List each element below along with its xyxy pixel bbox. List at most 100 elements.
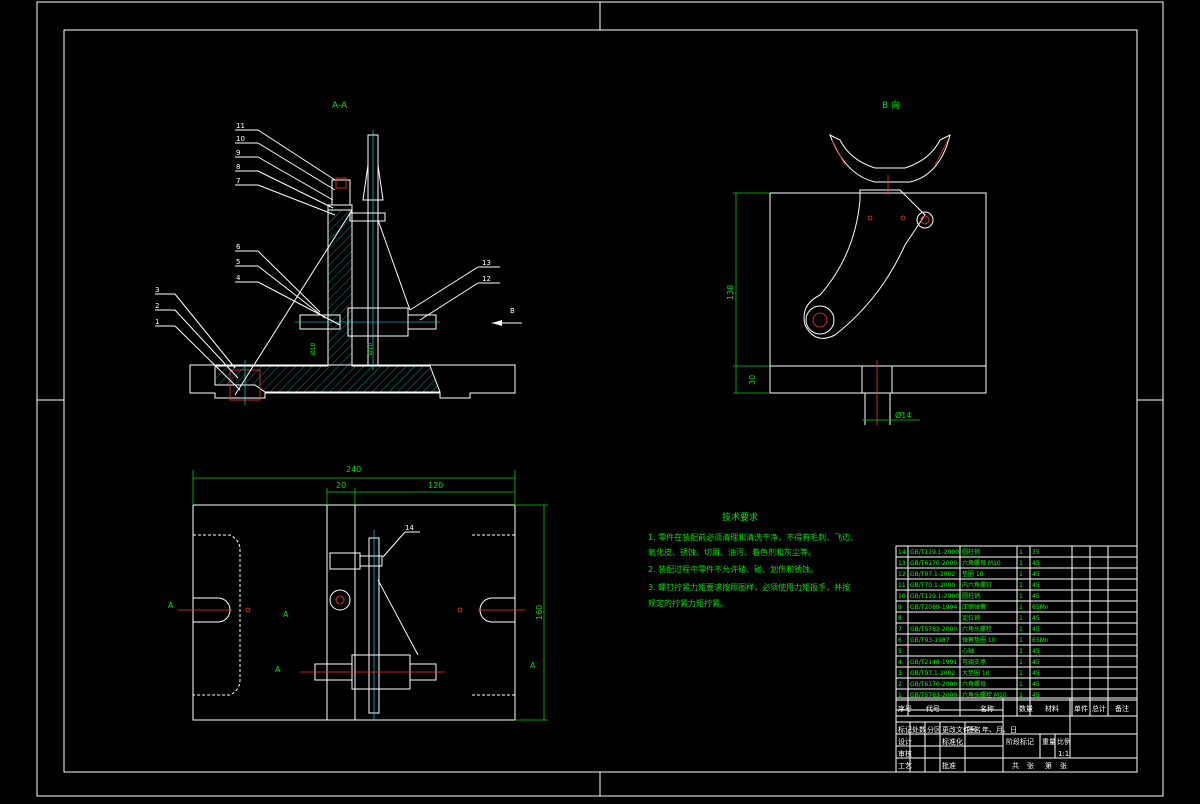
callout-11: 11 bbox=[236, 122, 245, 130]
bom-cell: GB/T2089-1994 bbox=[910, 604, 957, 611]
bom-cell: GB/T93-1987 bbox=[910, 637, 950, 644]
bom-cell: 9 bbox=[898, 604, 902, 611]
bom-cell: 1 bbox=[1019, 615, 1023, 622]
bom-cell: 1 bbox=[1019, 637, 1023, 644]
tech-line-2: 氧化皮、锈蚀、切屑、油污、着色剂和灰尘等。 bbox=[648, 547, 816, 557]
bom-cell: 定位销 bbox=[962, 614, 980, 622]
bom-cell: 1 bbox=[1019, 560, 1023, 567]
bom-cell: 六角螺母 bbox=[962, 680, 986, 688]
b-view-title: B 向 bbox=[882, 99, 900, 111]
bom-cell: 10 bbox=[898, 593, 906, 600]
direction-arrow-label: B bbox=[510, 307, 515, 315]
tb-scale: 1:1 bbox=[1058, 750, 1069, 758]
bom-cell: 45 bbox=[1032, 582, 1040, 589]
bom-cell: 45 bbox=[1032, 659, 1040, 666]
bom-cell: 1 bbox=[1019, 681, 1023, 688]
bom-cell: GB/T6170-2000 bbox=[910, 560, 957, 567]
section-mark-right: A bbox=[530, 661, 536, 670]
callout-9: 9 bbox=[236, 149, 240, 157]
bom-cell: 垫圈 10 bbox=[962, 570, 984, 578]
plan-view: 14 240 20 120 160 A A A A bbox=[168, 465, 548, 721]
tb-standard: 标准化 bbox=[942, 737, 963, 746]
bom-cell: 弹簧垫圈 10 bbox=[962, 636, 996, 644]
bom-cell: 1 bbox=[1019, 626, 1023, 633]
plan-height-dimension: 160 bbox=[535, 605, 544, 620]
bom-cell: 1 bbox=[1019, 604, 1023, 611]
tb-zone: 分区 bbox=[927, 725, 941, 734]
side-hole-dimension: Ø14 bbox=[895, 410, 911, 420]
bom-cell: 45 bbox=[1032, 615, 1040, 622]
bom-cell: 65Mn bbox=[1032, 637, 1049, 644]
section-mark-lower: A bbox=[275, 665, 281, 674]
bom-cell: 5 bbox=[898, 648, 902, 655]
callout-1: 1 bbox=[155, 318, 159, 326]
bom-header-cell: 代号 bbox=[926, 704, 940, 713]
section-mark-center: A bbox=[283, 610, 289, 619]
section-view-title: A-A bbox=[332, 101, 348, 111]
callout-2: 2 bbox=[155, 302, 159, 310]
cad-drawing-canvas[interactable]: A-A 11 10 9 8 7 6 5 4 3 2 1 13 12 Ø10 Ø1… bbox=[0, 0, 1200, 800]
tech-line-3: 2. 装配过程中零件不允许磕、碰、划伤和锈蚀。 bbox=[648, 564, 818, 574]
bom-header-cell: 名称 bbox=[980, 704, 994, 713]
bom-cell: 6 bbox=[898, 637, 902, 644]
plan-total-dimension: 240 bbox=[346, 465, 361, 474]
bom-cell: 45 bbox=[1032, 593, 1040, 600]
tb-weight: 重量 bbox=[1042, 738, 1056, 746]
tb-stage: 阶段标记 bbox=[1006, 737, 1034, 746]
bom-cell: GB/T119.1-2000 bbox=[910, 549, 959, 556]
bom-cell: GB/T6170-2000 bbox=[910, 681, 957, 688]
bom-cell: 45 bbox=[1032, 571, 1040, 578]
bom-table: 14 GB/T119.1-2000 圆柱销 1 3513 GB/T6170-2000 六角螺… bbox=[895, 545, 1138, 717]
bom-cell: 12 bbox=[898, 571, 906, 578]
bom-header-cell: 单件 bbox=[1074, 704, 1088, 713]
bom-cell: 8 bbox=[898, 615, 902, 622]
callout-6: 6 bbox=[236, 243, 241, 251]
bom-cell: 六角头螺栓 bbox=[962, 625, 992, 633]
plan-right-dimension: 120 bbox=[428, 481, 443, 490]
bom-cell: GB/T2148-1991 bbox=[910, 659, 957, 666]
bom-header-cell: 序号 bbox=[898, 704, 912, 713]
tech-line-5: 规定的拧紧力矩拧紧。 bbox=[648, 598, 728, 608]
tech-title: 技术要求 bbox=[722, 511, 758, 523]
bom-cell: 1 bbox=[1019, 582, 1023, 589]
bom-cell: 3 bbox=[898, 670, 902, 677]
tb-nth: 第 bbox=[1045, 761, 1052, 770]
bom-cell: GB/T97.1-2002 bbox=[910, 670, 955, 677]
bom-header-cell: 数量 bbox=[1019, 704, 1033, 713]
fit-dimension-2: Ø10 bbox=[367, 342, 374, 355]
bom-cell: 六角螺母 M10 bbox=[962, 559, 1001, 567]
fit-dimension-1: Ø10 bbox=[310, 342, 317, 355]
bom-cell: 45 bbox=[1032, 681, 1040, 688]
bom-cell: 4 bbox=[898, 659, 902, 666]
bom-cell: GB/T97.1-2002 bbox=[910, 571, 955, 578]
side-base-dimension: 30 bbox=[748, 375, 757, 385]
bom-header-cell: 材料 bbox=[1045, 704, 1059, 713]
callout-13: 13 bbox=[482, 259, 491, 267]
callout-14: 14 bbox=[405, 524, 414, 532]
tb-sign: 签名 bbox=[967, 725, 981, 734]
section-view-a-a: A-A 11 10 9 8 7 6 5 4 3 2 1 13 12 Ø10 Ø1… bbox=[155, 101, 522, 405]
bom-cell: 内六角螺钉 bbox=[962, 581, 992, 589]
bom-cell: 13 bbox=[898, 560, 906, 567]
callout-7: 7 bbox=[236, 177, 240, 185]
bom-cell: 压缩弹簧 bbox=[962, 603, 986, 611]
callout-3: 3 bbox=[155, 286, 159, 294]
bom-cell: 65Mn bbox=[1032, 604, 1049, 611]
bom-cell: 45 bbox=[1032, 626, 1040, 633]
tb-date: 年、月、日 bbox=[982, 725, 1017, 734]
bom-cell: 45 bbox=[1032, 670, 1040, 677]
tb-total: 共 bbox=[1012, 761, 1019, 770]
bom-cell: 35 bbox=[1032, 549, 1040, 556]
tb-sheet-2: 张 bbox=[1060, 761, 1067, 770]
bom-cell: GB/T119.1-2000 bbox=[910, 593, 959, 600]
sheet-border bbox=[36, 1, 1164, 797]
bom-cell: 11 bbox=[898, 582, 906, 589]
callout-4: 4 bbox=[236, 274, 241, 282]
bom-cell: 1 bbox=[1019, 670, 1023, 677]
b-direction-view: B 向 138 30 Ø14 bbox=[726, 99, 987, 425]
bom-cell: 1 bbox=[1019, 659, 1023, 666]
bom-cell: 1 bbox=[1019, 549, 1023, 556]
callout-8: 8 bbox=[236, 163, 240, 171]
bom-cell: 1 bbox=[1019, 648, 1023, 655]
technical-requirements: 技术要求 1. 零件在装配前必须清理和清洗干净，不得有毛刺、飞边、 氧化皮、锈蚀… bbox=[648, 511, 858, 608]
